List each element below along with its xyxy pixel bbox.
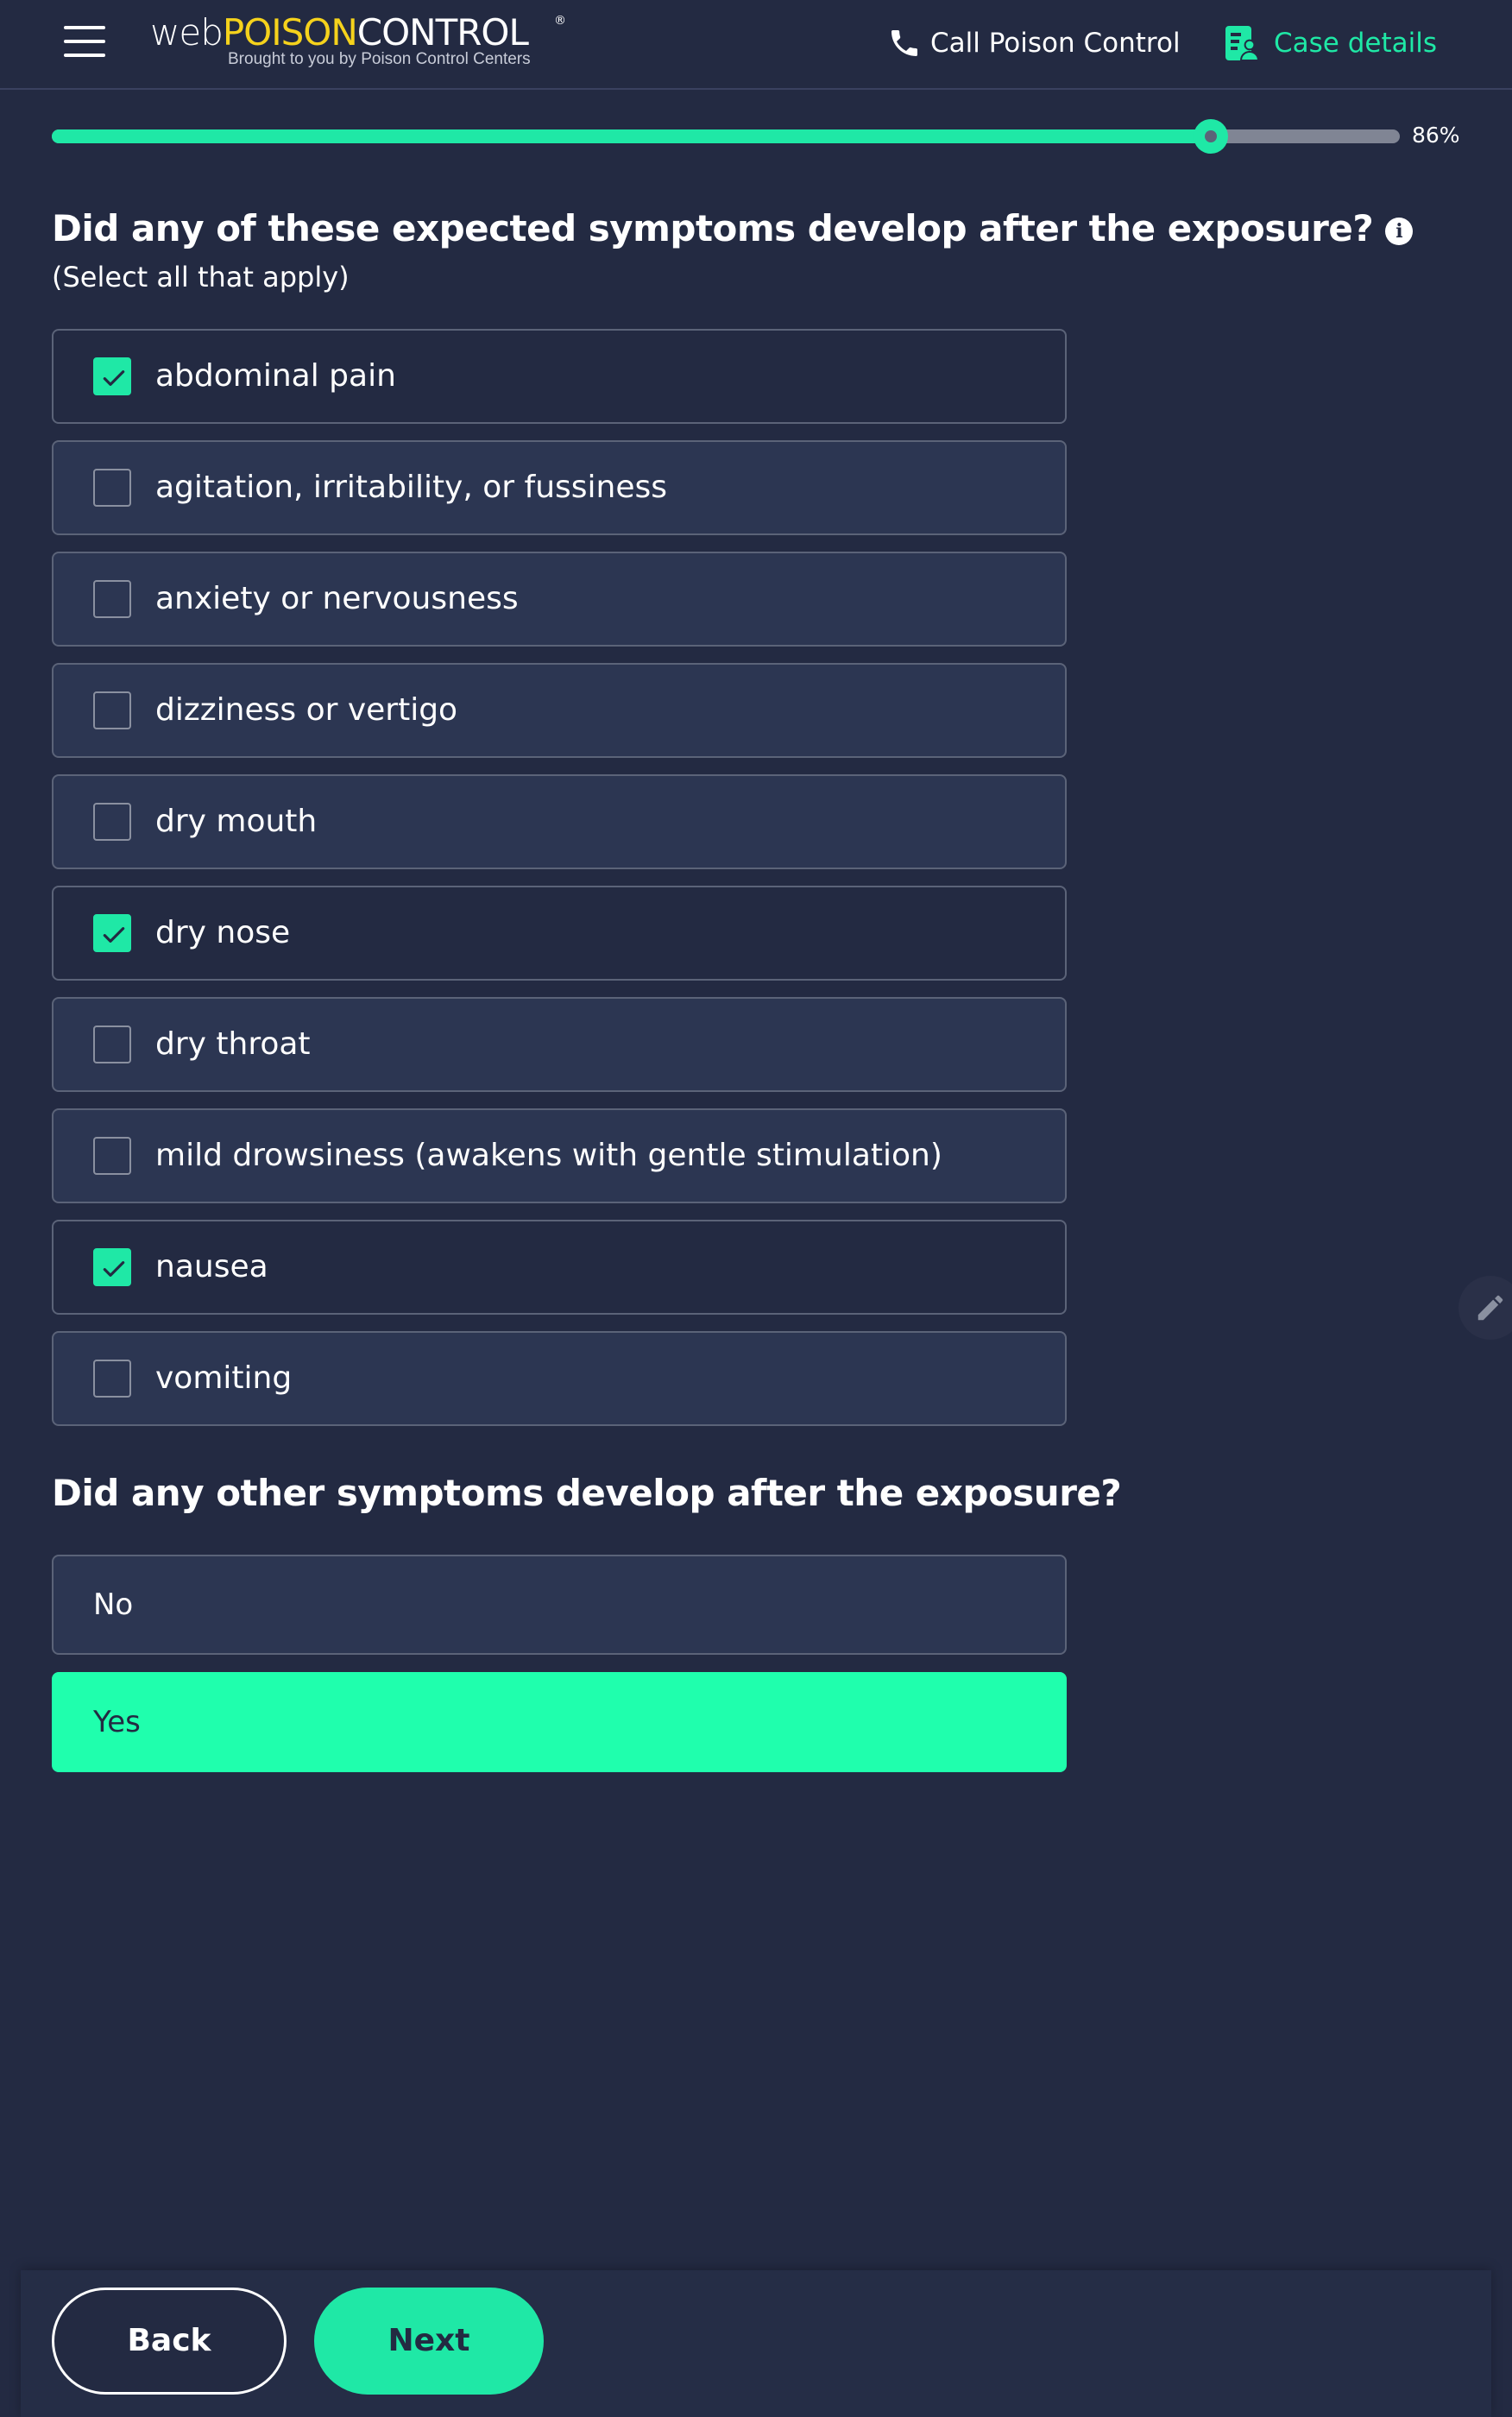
- top-header: webPOISONCONTROL ® Brought to you by Poi…: [0, 0, 1512, 90]
- logo-tagline: Brought to you by Poison Control Centers: [228, 50, 531, 68]
- symptom-option-label: dry throat: [155, 1026, 311, 1062]
- symptom-option-label: dizziness or vertigo: [155, 692, 458, 728]
- symptom-option[interactable]: dry mouth: [52, 774, 1067, 869]
- symptom-option[interactable]: nausea: [52, 1220, 1067, 1315]
- symptom-option[interactable]: anxiety or nervousness: [52, 552, 1067, 647]
- checkmark-icon: [103, 1261, 125, 1277]
- progress-fill: [52, 129, 1212, 143]
- checkbox[interactable]: [93, 1360, 131, 1398]
- question-other-symptoms: Did any other symptoms develop after the…: [52, 1472, 1122, 1514]
- hamburger-menu-icon[interactable]: [64, 26, 105, 57]
- checkbox[interactable]: [93, 357, 131, 395]
- back-button[interactable]: Back: [52, 2288, 287, 2395]
- symptom-option-label: mild drowsiness (awakens with gentle sti…: [155, 1138, 942, 1173]
- symptom-option[interactable]: vomiting: [52, 1331, 1067, 1426]
- symptom-option-label: dry nose: [155, 915, 291, 950]
- symptom-option-label: dry mouth: [155, 804, 318, 839]
- select-all-hint: (Select all that apply): [52, 261, 350, 293]
- question-expected-symptoms-text: Did any of these expected symptoms devel…: [52, 207, 1374, 249]
- case-details-label: Case details: [1274, 28, 1437, 59]
- case-details-icon: [1225, 26, 1260, 61]
- symptom-option[interactable]: dizziness or vertigo: [52, 663, 1067, 758]
- symptom-option[interactable]: agitation, irritability, or fussiness: [52, 440, 1067, 535]
- checkbox[interactable]: [93, 914, 131, 952]
- checkbox[interactable]: [93, 1137, 131, 1175]
- info-icon[interactable]: i: [1385, 217, 1414, 245]
- checkbox[interactable]: [93, 469, 131, 507]
- symptom-option[interactable]: mild drowsiness (awakens with gentle sti…: [52, 1108, 1067, 1203]
- progress-bar: [52, 119, 1400, 154]
- checkbox[interactable]: [93, 1025, 131, 1063]
- checkbox[interactable]: [93, 1248, 131, 1286]
- pencil-icon: [1477, 1295, 1503, 1321]
- checkbox[interactable]: [93, 580, 131, 618]
- progress-percent: 86%: [1412, 123, 1460, 148]
- call-poison-control-button[interactable]: Call Poison Control: [887, 21, 1181, 66]
- symptom-option-label: agitation, irritability, or fussiness: [155, 470, 667, 505]
- other-symptoms-yes-option[interactable]: Yes: [52, 1672, 1067, 1772]
- symptom-option[interactable]: dry throat: [52, 997, 1067, 1092]
- symptom-option-label: anxiety or nervousness: [155, 581, 519, 616]
- progress-thumb[interactable]: [1194, 119, 1229, 154]
- app-root: webPOISONCONTROL ® Brought to you by Poi…: [0, 0, 1512, 2417]
- registered-mark: ®: [554, 14, 566, 28]
- case-details-button[interactable]: Case details: [1220, 19, 1437, 67]
- symptom-option-label: vomiting: [155, 1360, 293, 1396]
- symptom-options-list: abdominal pain agitation, irritability, o…: [52, 329, 1067, 1442]
- edit-floating-button[interactable]: [1458, 1276, 1512, 1340]
- checkbox[interactable]: [93, 691, 131, 729]
- checkbox[interactable]: [93, 803, 131, 841]
- symptom-option[interactable]: abdominal pain: [52, 329, 1067, 424]
- symptom-option-label: abdominal pain: [155, 358, 396, 394]
- webpoisoncontrol-logo[interactable]: webPOISONCONTROL ® Brought to you by Poi…: [150, 9, 566, 78]
- phone-icon: [891, 30, 917, 56]
- next-button[interactable]: Next: [314, 2288, 544, 2395]
- checkmark-icon: [103, 370, 125, 386]
- question-expected-symptoms: Did any of these expected symptoms devel…: [52, 207, 1414, 249]
- other-symptoms-no-option[interactable]: No: [52, 1555, 1067, 1655]
- call-poison-control-label: Call Poison Control: [930, 28, 1181, 59]
- symptom-option-label: nausea: [155, 1249, 268, 1284]
- checkmark-icon: [103, 927, 125, 943]
- symptom-option[interactable]: dry nose: [52, 886, 1067, 981]
